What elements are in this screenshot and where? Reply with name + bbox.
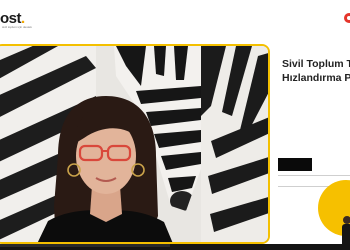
redaction-bar [278, 158, 312, 171]
speaker-video-image [0, 46, 268, 242]
stream-frame: ost. sivil toplum için destek Sivil Topl… [0, 0, 350, 250]
slide-title-line-1: Sivil Toplum T [282, 58, 350, 70]
slide-divider [278, 175, 350, 176]
top-header: ost. sivil toplum için destek [0, 0, 350, 36]
logo-subtitle: sivil toplum için destek [2, 25, 32, 29]
slide-title-line-2: Hızlandırma P [282, 72, 350, 84]
zebra-stripes-right [201, 46, 268, 242]
bottom-accent [0, 244, 170, 247]
red-ring-logo-icon [344, 13, 350, 23]
presentation-slide: Sivil Toplum T Hızlandırma P [272, 44, 350, 250]
speaker-video [0, 44, 270, 244]
